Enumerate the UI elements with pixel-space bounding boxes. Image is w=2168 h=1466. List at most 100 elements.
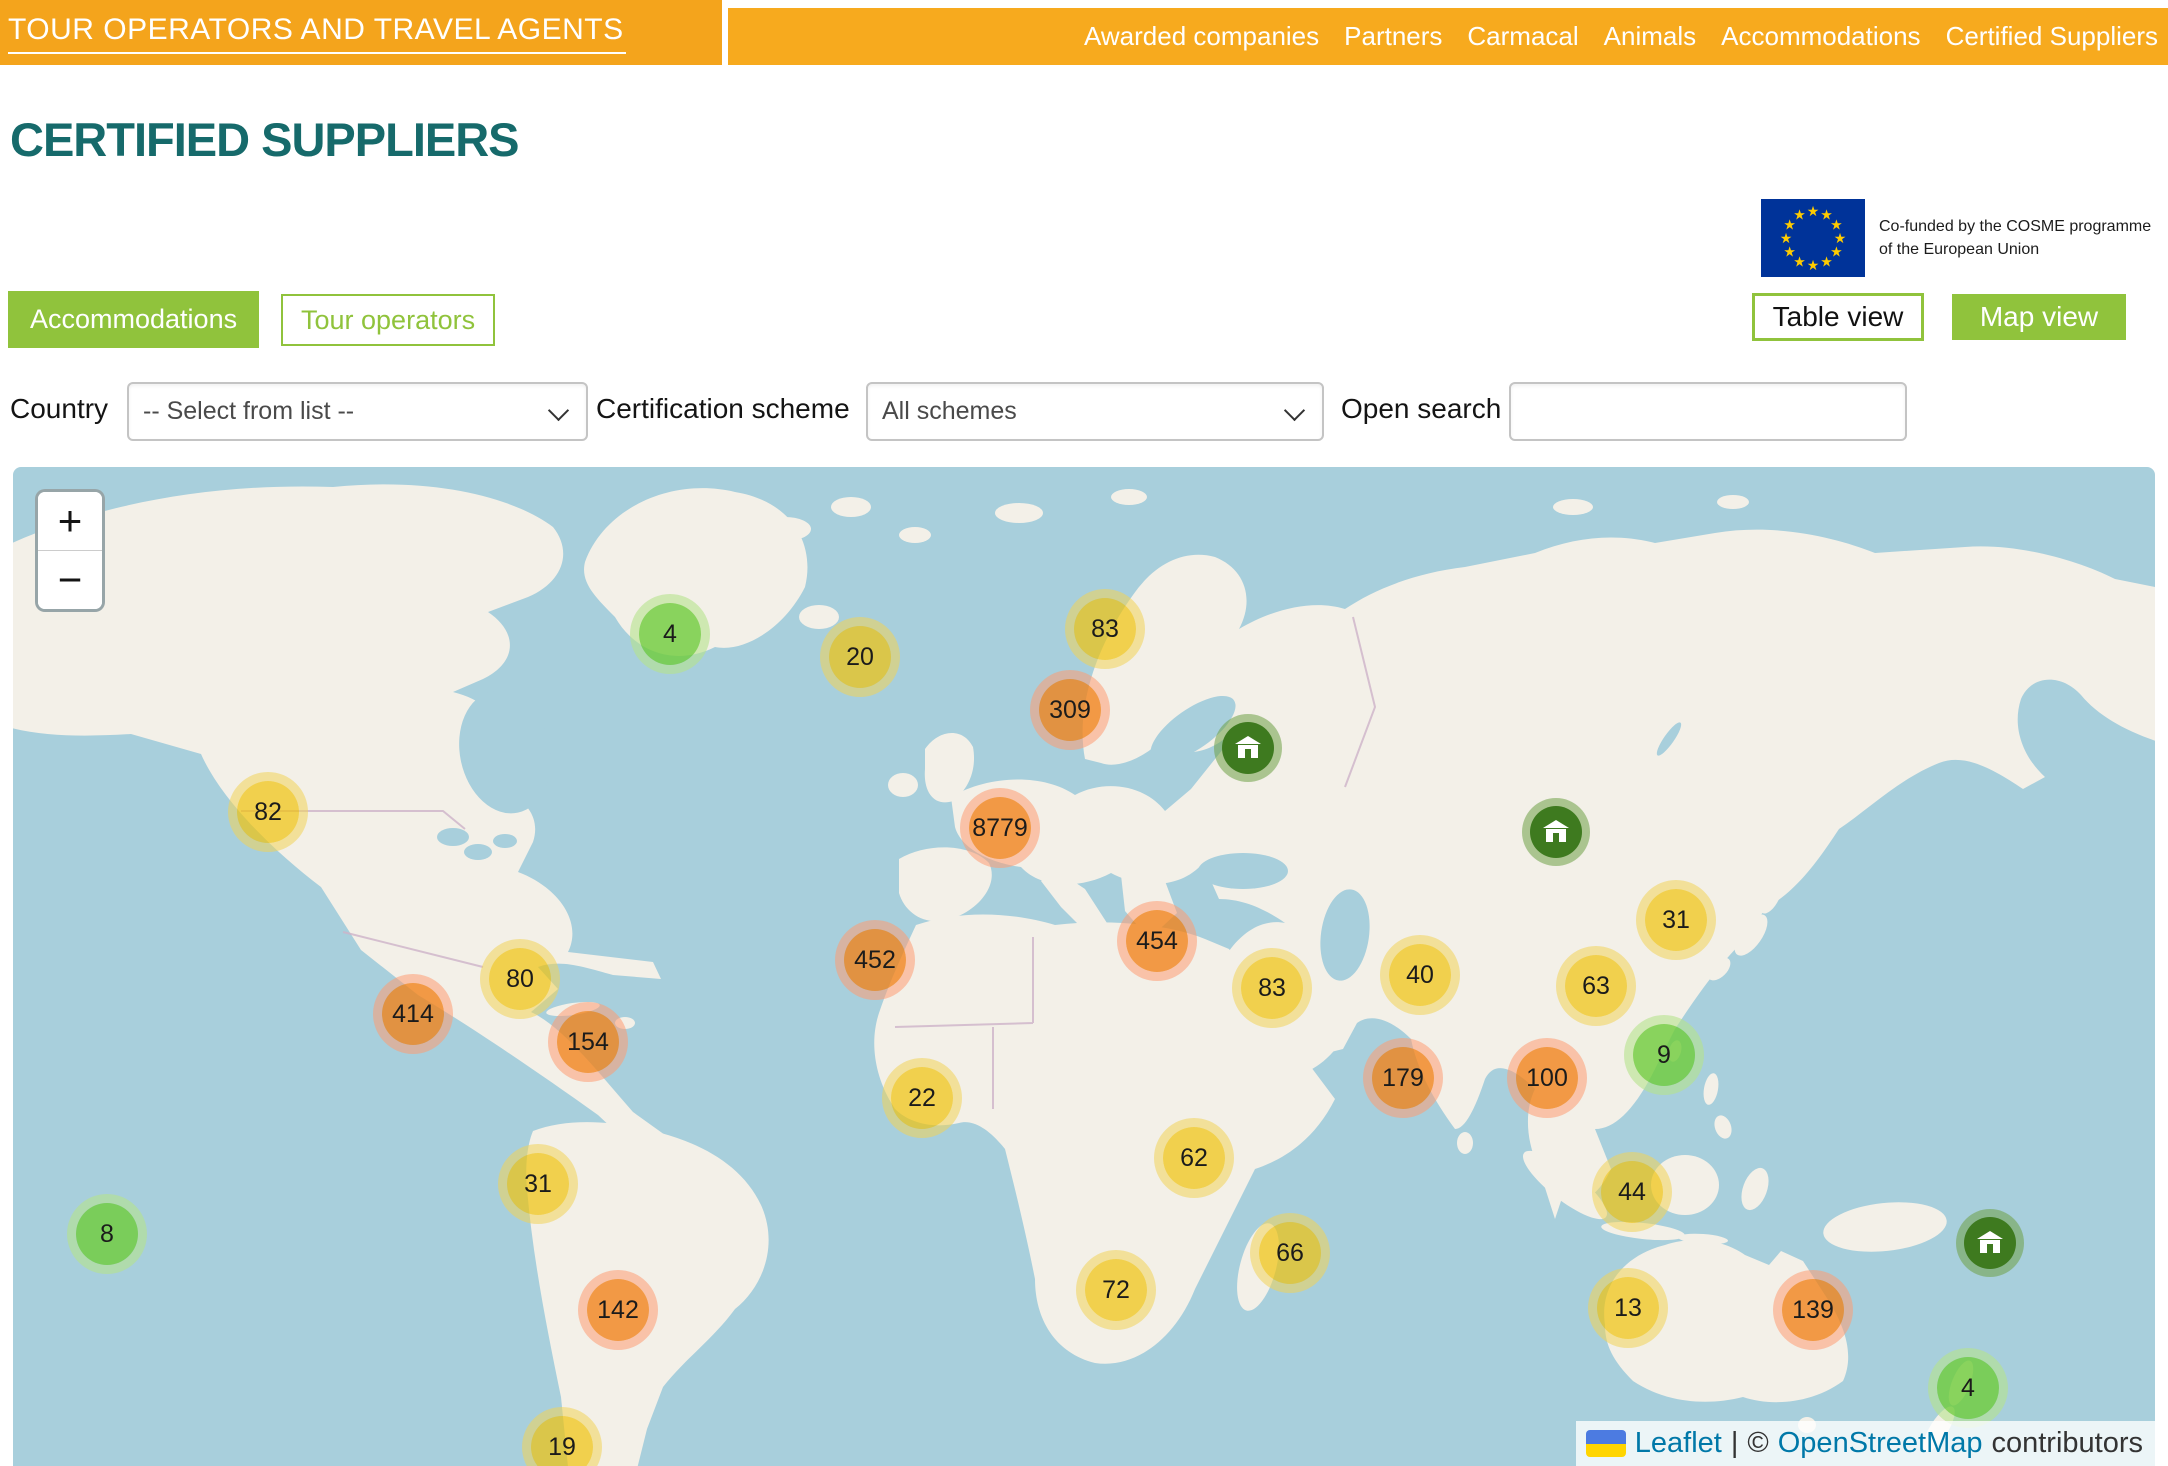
cluster-count: 44 [1618, 1178, 1646, 1207]
certification-scheme-label: Certification scheme [596, 393, 850, 425]
cluster-marker[interactable]: 179 [1372, 1047, 1434, 1109]
header-nav: Awarded companies Partners Carmacal Anim… [728, 8, 2168, 65]
nav-awarded-companies[interactable]: Awarded companies [1084, 21, 1319, 52]
top-header: TOUR OPERATORS AND TRAVEL AGENTS Awarded… [0, 0, 2168, 65]
leaflet-map[interactable]: + − 4 20 83 309 8779 82 452 454 83 40 31 63 9 414 80 15… [13, 467, 2155, 1466]
cluster-count: 139 [1792, 1296, 1834, 1325]
nav-certified-suppliers[interactable]: Certified Suppliers [1946, 21, 2158, 52]
cluster-count: 309 [1049, 696, 1091, 725]
cluster-marker[interactable]: 66 [1259, 1222, 1321, 1284]
cluster-marker[interactable]: 454 [1126, 910, 1188, 972]
chevron-down-icon [548, 400, 569, 421]
cluster-marker[interactable]: 4 [1937, 1357, 1999, 1419]
accommodation-marker[interactable] [1964, 1217, 2016, 1269]
cluster-marker[interactable]: 142 [587, 1279, 649, 1341]
cluster-count: 19 [548, 1433, 576, 1462]
brand-title[interactable]: TOUR OPERATORS AND TRAVEL AGENTS [8, 11, 626, 54]
cluster-marker[interactable]: 13 [1597, 1277, 1659, 1339]
cluster-marker[interactable]: 20 [829, 626, 891, 688]
house-icon [1234, 735, 1262, 761]
cluster-marker[interactable]: 19 [531, 1416, 593, 1466]
svg-text:★: ★ [1820, 253, 1833, 269]
cluster-marker[interactable]: 63 [1565, 955, 1627, 1017]
map-zoom-control: + − [35, 489, 105, 612]
cluster-count: 82 [254, 798, 282, 827]
nav-accommodations[interactable]: Accommodations [1721, 21, 1920, 52]
cluster-marker[interactable]: 8779 [969, 797, 1031, 859]
cluster-count: 80 [506, 965, 534, 994]
svg-text:★: ★ [1793, 207, 1806, 223]
cluster-count: 4 [663, 620, 677, 649]
country-select[interactable]: -- Select from list -- [127, 382, 588, 441]
cluster-marker[interactable]: 83 [1241, 957, 1303, 1019]
cluster-marker[interactable]: 139 [1782, 1279, 1844, 1341]
open-search-input[interactable] [1509, 382, 1907, 441]
cluster-marker[interactable]: 82 [237, 781, 299, 843]
house-icon [1542, 819, 1570, 845]
cluster-count: 4 [1961, 1374, 1975, 1403]
leaflet-link[interactable]: Leaflet [1635, 1427, 1722, 1460]
cluster-marker[interactable]: 31 [507, 1153, 569, 1215]
cluster-marker[interactable]: 8 [76, 1203, 138, 1265]
eu-credit-line2: of the European Union [1879, 238, 2151, 261]
country-select-value: -- Select from list -- [143, 397, 354, 426]
map-view-button[interactable]: Map view [1952, 294, 2126, 340]
accommodation-marker[interactable] [1222, 722, 1274, 774]
cluster-marker[interactable]: 452 [844, 929, 906, 991]
nav-carmacal[interactable]: Carmacal [1467, 21, 1578, 52]
open-search-label: Open search [1341, 393, 1501, 425]
openstreetmap-link[interactable]: OpenStreetMap [1778, 1427, 1983, 1460]
nav-partners[interactable]: Partners [1344, 21, 1442, 52]
cluster-marker[interactable]: 80 [489, 948, 551, 1010]
certification-scheme-select[interactable]: All schemes [866, 382, 1324, 441]
cluster-count: 83 [1091, 615, 1119, 644]
cluster-count: 66 [1276, 1239, 1304, 1268]
tab-accommodations[interactable]: Accommodations [8, 291, 259, 348]
cluster-marker[interactable]: 72 [1085, 1259, 1147, 1321]
cluster-marker[interactable]: 100 [1516, 1047, 1578, 1109]
cluster-marker[interactable]: 4 [639, 603, 701, 665]
cluster-marker[interactable]: 44 [1601, 1161, 1663, 1223]
cluster-count: 13 [1614, 1294, 1642, 1323]
cluster-count: 83 [1258, 974, 1286, 1003]
country-label: Country [10, 393, 108, 425]
cluster-marker[interactable]: 9 [1633, 1024, 1695, 1086]
eu-flag: ★★★★★★★★★★★★ [1761, 199, 1865, 277]
tab-tour-operators[interactable]: Tour operators [281, 294, 495, 346]
cluster-count: 8 [100, 1220, 114, 1249]
cluster-count: 72 [1102, 1276, 1130, 1305]
zoom-in-button[interactable]: + [38, 492, 102, 551]
cluster-marker[interactable]: 22 [891, 1067, 953, 1129]
eu-cofunding-block: ★★★★★★★★★★★★ Co-funded by the COSME prog… [1761, 199, 2151, 277]
contributors-text: contributors [1991, 1427, 2143, 1460]
cluster-marker[interactable]: 62 [1163, 1127, 1225, 1189]
cluster-count: 414 [392, 1000, 434, 1029]
cluster-marker[interactable]: 309 [1039, 679, 1101, 741]
cluster-marker[interactable]: 83 [1074, 598, 1136, 660]
cluster-count: 22 [908, 1084, 936, 1113]
nav-animals[interactable]: Animals [1604, 21, 1696, 52]
table-view-button[interactable]: Table view [1752, 293, 1924, 341]
cluster-count: 20 [846, 643, 874, 672]
cluster-count: 31 [1662, 906, 1690, 935]
cluster-count: 63 [1582, 972, 1610, 1001]
zoom-out-button[interactable]: − [38, 551, 102, 609]
cluster-count: 40 [1406, 961, 1434, 990]
cluster-count: 100 [1526, 1064, 1568, 1093]
ukraine-flag-icon [1586, 1430, 1626, 1457]
chevron-down-icon [1284, 400, 1305, 421]
cluster-marker[interactable]: 31 [1645, 889, 1707, 951]
eu-flag-stars: ★★★★★★★★★★★★ [1761, 199, 1865, 277]
attribution-separator: | [1731, 1427, 1739, 1460]
cluster-count: 452 [854, 946, 896, 975]
page-title: CERTIFIED SUPPLIERS [10, 112, 519, 167]
cluster-marker[interactable]: 40 [1389, 944, 1451, 1006]
cluster-count: 179 [1382, 1064, 1424, 1093]
cluster-count: 31 [524, 1170, 552, 1199]
cluster-count: 454 [1136, 927, 1178, 956]
cluster-marker[interactable]: 154 [557, 1011, 619, 1073]
eu-credit-line1: Co-funded by the COSME programme [1879, 215, 2151, 238]
accommodation-marker[interactable] [1530, 806, 1582, 858]
cluster-count: 142 [597, 1296, 639, 1325]
cluster-marker[interactable]: 414 [382, 983, 444, 1045]
